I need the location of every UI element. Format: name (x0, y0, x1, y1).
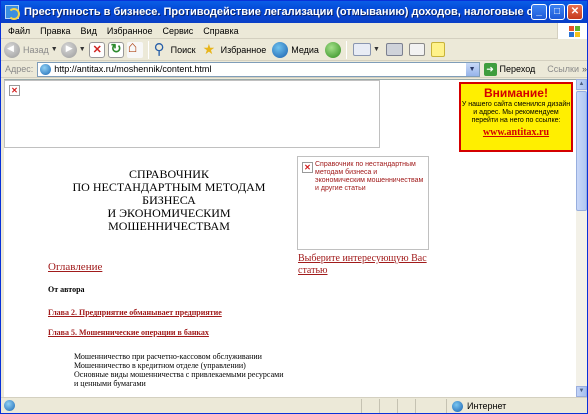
home-icon (126, 39, 143, 58)
mail-dropdown-icon[interactable]: ▼ (373, 46, 380, 53)
toolbar-separator (147, 40, 149, 59)
toc-link[interactable]: Оглавление (48, 261, 102, 273)
forward-dropdown-icon[interactable]: ▼ (79, 46, 86, 53)
toolbar-separator (345, 40, 347, 59)
warning-text: У нашего сайта сменился дизайн и адрес. … (461, 101, 571, 124)
page-title: СПРАВОЧНИК ПО НЕСТАНДАРТНЫМ МЕТОДАМ БИЗН… (54, 168, 284, 233)
forward-arrow-icon (60, 41, 77, 58)
address-label: Адрес: (5, 64, 34, 74)
printer-icon (385, 43, 403, 56)
broken-image-icon: ✕ (9, 85, 20, 96)
go-button[interactable]: ➜ Переход (483, 62, 536, 76)
chapter-5-link[interactable]: Глава 5. Мошеннические операции в банках (48, 328, 209, 337)
minimize-button[interactable]: _ (531, 4, 547, 20)
broken-image-icon: ✕ (302, 162, 313, 173)
home-button[interactable] (126, 39, 143, 60)
address-dropdown-icon[interactable]: ▼ (465, 62, 479, 76)
history-icon (324, 41, 341, 58)
page-content: ✕ Внимание! У нашего сайта сменился диза… (4, 79, 576, 397)
title-line: МОШЕННИЧЕСТВАМ (108, 219, 230, 233)
scroll-down-icon[interactable]: ▼ (576, 386, 587, 397)
scroll-thumb[interactable] (576, 91, 587, 211)
status-cell (397, 399, 415, 413)
list-item: Мошенничество при расчетно-кассовом обсл… (74, 352, 262, 361)
new-site-link[interactable]: www.antitax.ru (461, 127, 571, 138)
favorites-label: Избранное (220, 44, 267, 55)
warning-title: Внимание! (484, 86, 548, 100)
toolbar: Назад ▼ ▼ Поиск Избранное Медиа (1, 39, 587, 61)
warning-box: Внимание! У нашего сайта сменился дизайн… (459, 82, 573, 152)
links-label[interactable]: Ссылки (547, 64, 579, 74)
search-icon (152, 40, 168, 58)
maximize-button[interactable]: □ (549, 4, 565, 20)
close-button[interactable]: ✕ (567, 4, 583, 20)
back-button[interactable]: Назад ▼ (4, 40, 58, 60)
page-status-icon (4, 400, 15, 411)
refresh-button[interactable] (107, 40, 124, 60)
address-bar: Адрес: http://antitax.ru/moshennik/conte… (1, 61, 587, 78)
favorites-button[interactable]: Избранное (202, 40, 267, 60)
back-dropdown-icon[interactable]: ▼ (51, 46, 58, 53)
edit-icon (408, 43, 425, 56)
scroll-up-icon[interactable]: ▲ (576, 79, 587, 90)
media-icon (272, 41, 289, 58)
print-button[interactable] (385, 40, 403, 60)
mail-button[interactable]: ▼ (352, 40, 380, 60)
security-zone: Интернет (446, 399, 584, 413)
address-input[interactable]: http://antitax.ru/moshennik/content.html… (37, 61, 480, 77)
window-controls: _ □ ✕ (531, 4, 583, 20)
menu-tools[interactable]: Сервис (157, 26, 198, 36)
vertical-scrollbar[interactable]: ▲ ▼ (576, 79, 587, 397)
list-item: Мошенничество в кредитном отделе (управл… (74, 361, 246, 370)
star-icon (202, 41, 218, 58)
stop-icon (88, 41, 105, 58)
menu-file[interactable]: Файл (3, 26, 35, 36)
title-bar: Преступность в бизнесе. Противодействие … (1, 1, 587, 23)
go-arrow-icon: ➜ (483, 62, 497, 76)
media-label: Медиа (291, 44, 319, 55)
browser-window: Преступность в бизнесе. Противодействие … (0, 0, 588, 414)
forward-button[interactable]: ▼ (60, 40, 86, 60)
menu-view[interactable]: Вид (76, 26, 102, 36)
back-label: Назад (23, 44, 49, 55)
globe-icon (452, 400, 463, 412)
menu-favorites[interactable]: Избранное (102, 26, 158, 36)
notes-button[interactable] (430, 40, 445, 60)
note-icon (430, 42, 445, 57)
author-heading: От автора (48, 285, 85, 294)
history-button[interactable] (324, 40, 341, 60)
media-button[interactable]: Медиа (272, 40, 319, 60)
status-bar: Интернет (1, 397, 587, 413)
stop-button[interactable] (88, 40, 105, 60)
go-label: Переход (499, 64, 536, 74)
back-arrow-icon (4, 41, 20, 58)
edit-button[interactable] (408, 40, 425, 60)
window-title: Преступность в бизнесе. Противодействие … (24, 6, 532, 18)
mail-icon (352, 43, 371, 56)
list-item: Основные виды мошенничества с привлекаем… (74, 370, 284, 388)
menu-help[interactable]: Справка (198, 26, 243, 36)
banner-frame: ✕ (4, 80, 380, 148)
side-banner[interactable]: ✕ Справочник по нестандартным методам би… (297, 156, 429, 250)
chapter-5-sections: Мошенничество при расчетно-кассовом обсл… (74, 352, 284, 388)
refresh-icon (107, 41, 124, 58)
status-cell (361, 399, 379, 413)
ie-icon (5, 5, 20, 20)
side-banner-alt-text[interactable]: Справочник по нестандартным методам бизн… (315, 161, 425, 193)
status-cells (361, 399, 433, 413)
zone-label: Интернет (467, 401, 507, 411)
windows-logo-icon (557, 23, 587, 39)
menu-edit[interactable]: Правка (35, 26, 75, 36)
search-label: Поиск (170, 44, 196, 55)
page-icon (40, 63, 52, 75)
links-chevron-icon[interactable]: » (582, 64, 587, 74)
status-cell (379, 399, 397, 413)
menu-bar: Файл Правка Вид Избранное Сервис Справка (1, 23, 587, 39)
address-url[interactable]: http://antitax.ru/moshennik/content.html (54, 64, 211, 74)
status-cell (415, 399, 433, 413)
choose-article-link[interactable]: Выберите интересующую Вас статью (298, 253, 428, 277)
search-button[interactable]: Поиск (152, 40, 196, 60)
chapter-2-link[interactable]: Глава 2. Предприятие обманывает предприя… (48, 308, 222, 317)
